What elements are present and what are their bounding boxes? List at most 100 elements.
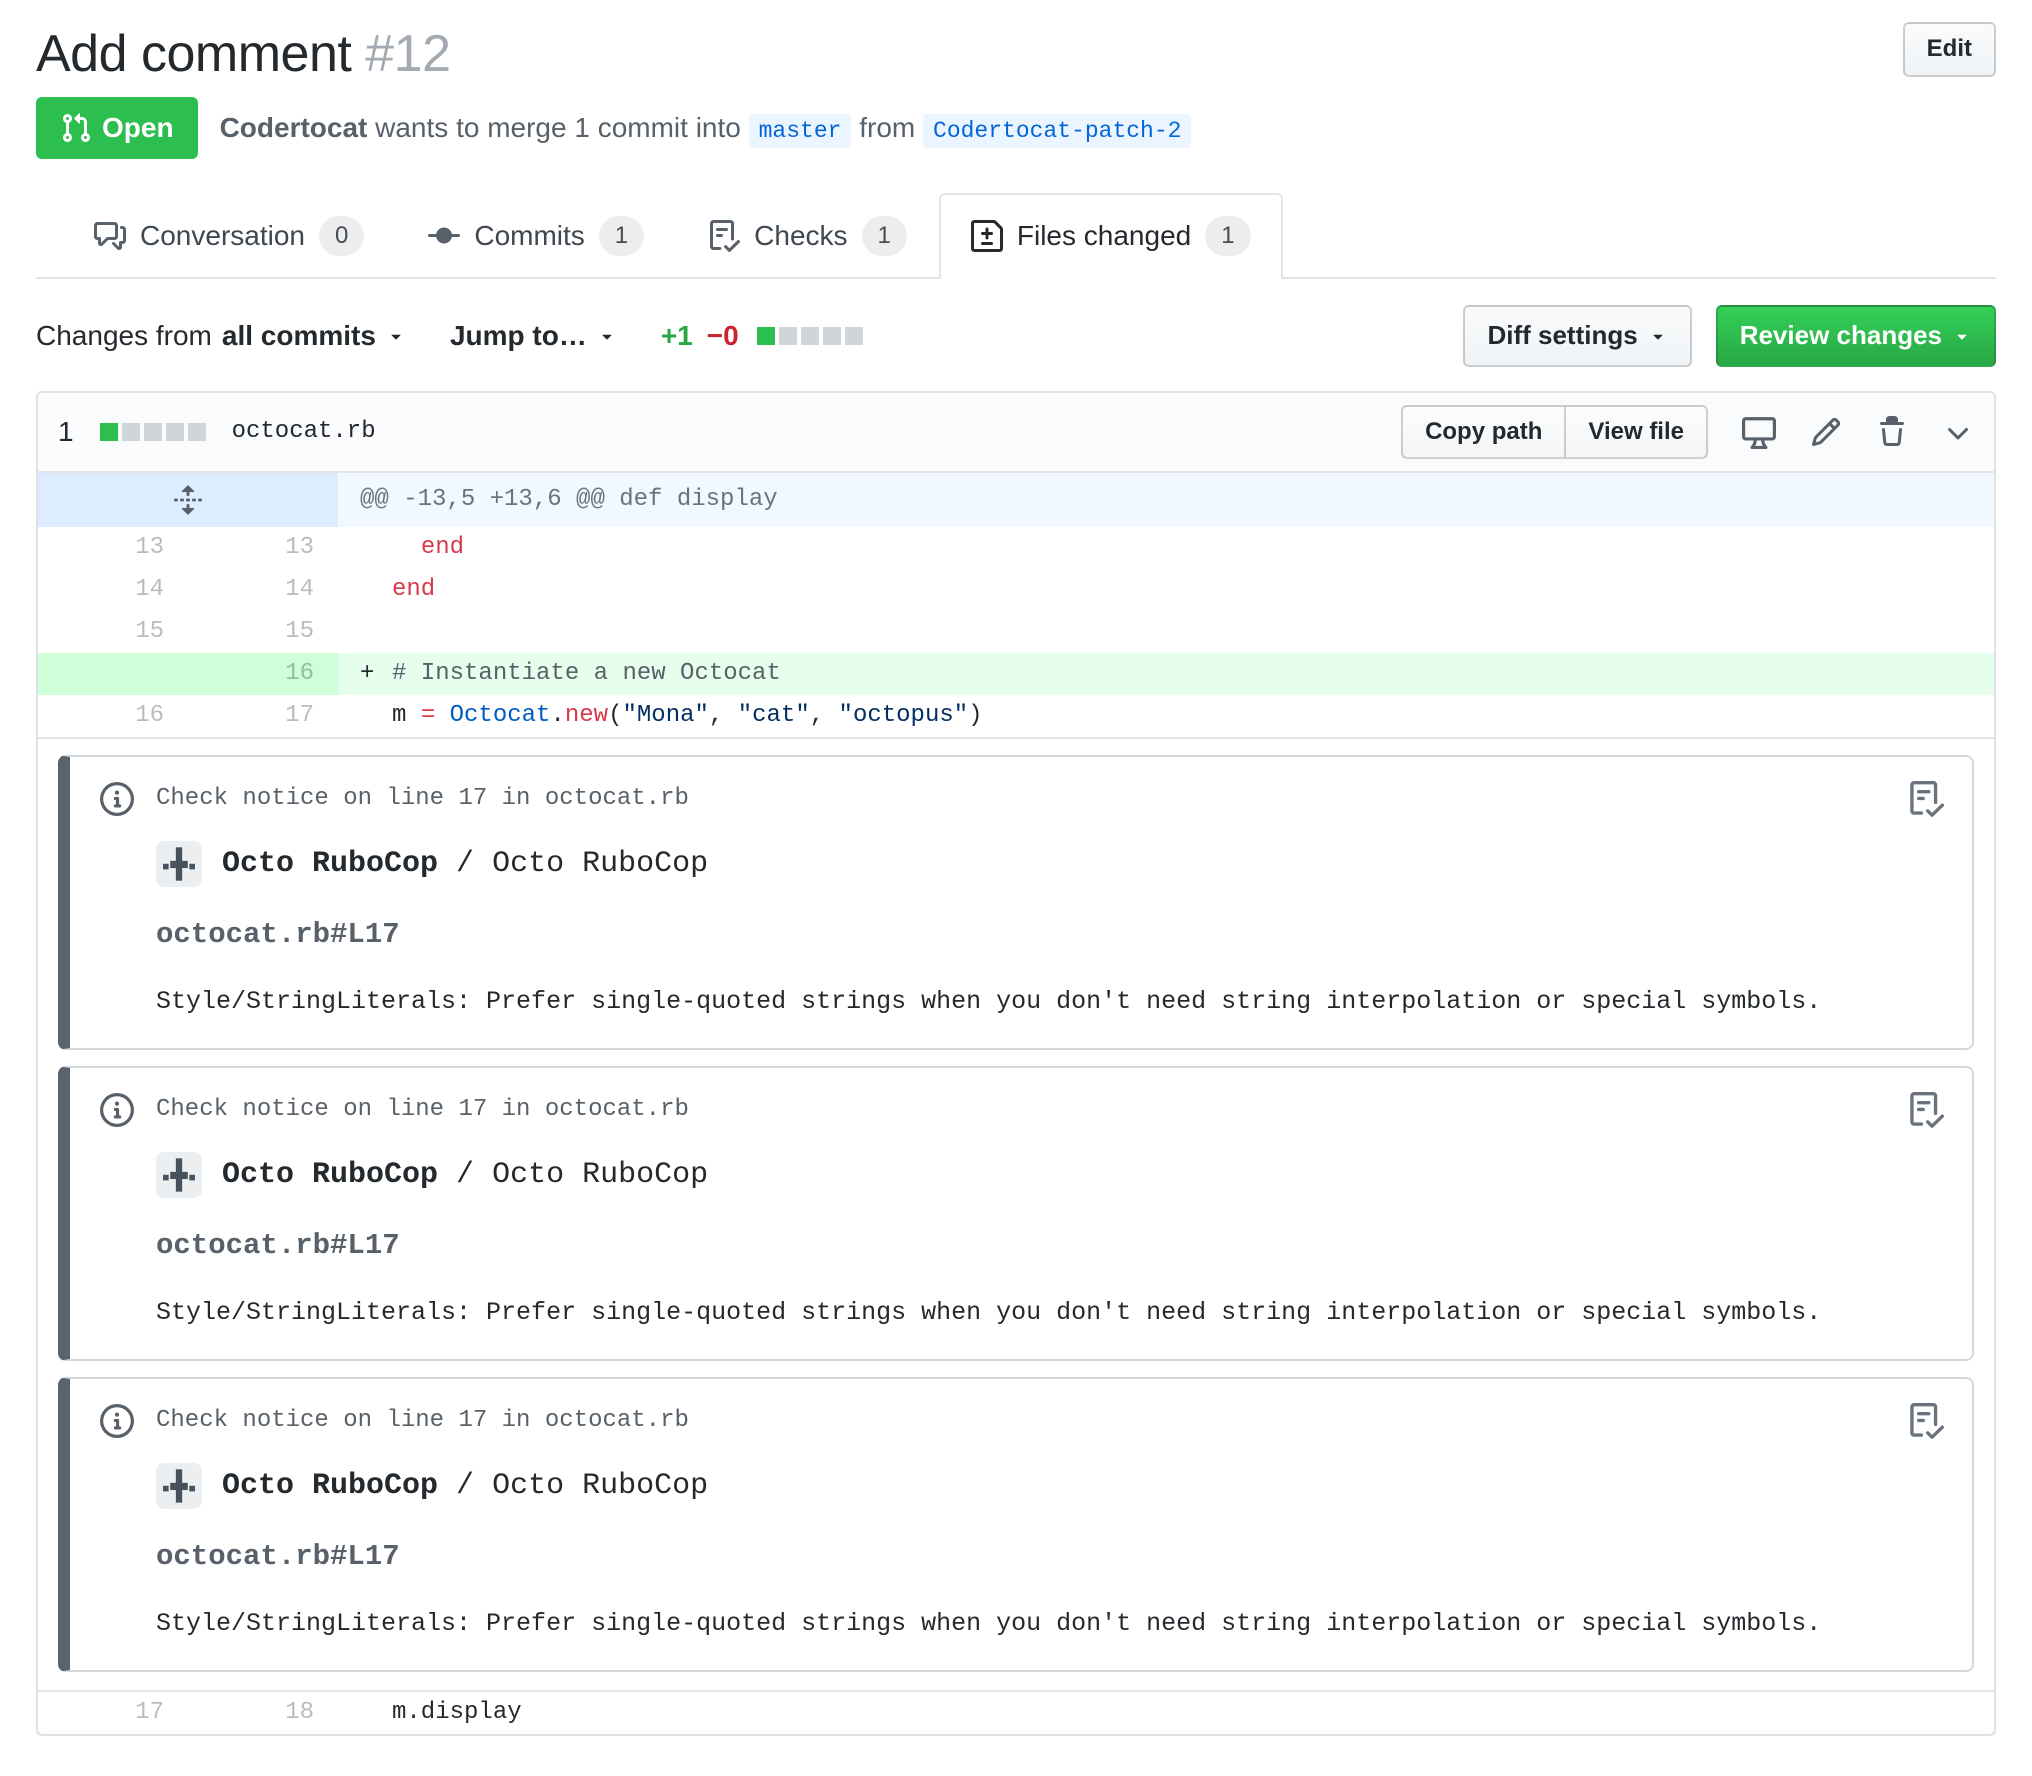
old-line-number[interactable]: 17 (38, 1692, 188, 1734)
code-plain: m.display (392, 1699, 522, 1727)
tasklist-icon (1908, 1092, 1944, 1129)
notice-header-text: Check notice on line 17 in octocat.rb (156, 785, 689, 813)
caret-down-icon (386, 326, 406, 346)
base-branch-label[interactable]: master (748, 114, 852, 148)
trash-icon[interactable] (1876, 416, 1908, 448)
diffstat-blocks (756, 326, 863, 345)
check-notice: Check notice on line 17 in octocat.rb Oc… (58, 1066, 1974, 1362)
notice-app-row: Octo RuboCop / Octo RuboCop (156, 1463, 1942, 1510)
old-line-number[interactable]: 14 (38, 569, 188, 611)
diff-table: @@ -13,5 +13,6 @@ def display 13 13 end … (38, 473, 1994, 1734)
tab-commits[interactable]: Commits 1 (396, 193, 676, 277)
new-line-number[interactable]: 16 (188, 653, 338, 696)
tab-conversation[interactable]: Conversation 0 (62, 193, 396, 277)
diff-line: 13 13 end (38, 527, 1994, 569)
pr-state-label: Open (102, 112, 174, 143)
code-line: end (338, 527, 1994, 569)
code-token: new (564, 702, 609, 730)
code-token: = (420, 702, 436, 730)
new-line-number[interactable]: 17 (188, 695, 338, 737)
git-commit-icon (428, 220, 461, 252)
avatar (156, 1463, 202, 1510)
tab-label: Conversation (140, 220, 305, 251)
diffstat-block-neutral (165, 423, 184, 442)
check-app-name: Octo RuboCop (222, 846, 439, 881)
head-branch-label[interactable]: Codertocat-patch-2 (923, 114, 1192, 148)
file-name-link[interactable]: octocat.rb (232, 414, 376, 450)
diff-toolbar-right: Diff settings Review changes (1463, 305, 1996, 367)
diffstat-block-neutral (778, 326, 797, 345)
additions-count: +1 (660, 319, 693, 351)
tab-counter: 1 (598, 216, 645, 256)
tab-files-changed[interactable]: Files changed 1 (938, 193, 1283, 279)
old-line-number[interactable] (38, 653, 188, 696)
code-token: "cat" (737, 702, 810, 730)
author-link[interactable]: Codertocat (220, 112, 368, 143)
notice-header-text: Check notice on line 17 in octocat.rb (156, 1407, 689, 1435)
tab-label: Files changed (1016, 220, 1192, 251)
code-line: m.display (338, 1692, 1994, 1734)
old-line-number[interactable]: 15 (38, 611, 188, 653)
view-file-button[interactable]: View file (1566, 404, 1708, 460)
tab-checks[interactable]: Checks 1 (676, 193, 939, 277)
notice-header: Check notice on line 17 in octocat.rb (100, 781, 1942, 817)
code-line: end (338, 569, 1994, 611)
changes-from-value: all commits (221, 319, 376, 351)
changes-from-text: Changes from (36, 319, 212, 351)
jump-to-dropdown[interactable]: Jump to… (450, 315, 617, 357)
review-changes-button[interactable]: Review changes (1715, 305, 1996, 367)
new-line-number[interactable]: 13 (188, 527, 338, 569)
code-token: ( (608, 702, 623, 730)
diff-line: 16 17 m = Octocat.new("Mona", "cat", "oc… (38, 695, 1994, 737)
avatar (156, 841, 202, 888)
diff-line-added: 16 + # Instantiate a new Octocat (38, 653, 1994, 696)
chevron-down-icon[interactable] (1942, 416, 1974, 448)
pr-meta-sentence: Codertocat wants to merge 1 commit into … (220, 107, 1192, 149)
diffstat-block-neutral (187, 423, 206, 442)
new-line-number[interactable]: 18 (188, 1692, 338, 1734)
tasklist-icon (1908, 1403, 1944, 1440)
diff-toolbar: Changes from all commits Jump to… +1 −0 (36, 305, 1996, 367)
pencil-icon[interactable] (1810, 416, 1842, 448)
check-run-name: Octo RuboCop (492, 1157, 709, 1192)
old-line-number[interactable]: 13 (38, 527, 188, 569)
code-keyword: end (392, 576, 436, 604)
diff-settings-button[interactable]: Diff settings (1463, 305, 1692, 367)
diffstat-block-neutral (844, 326, 863, 345)
expand-hunk-button[interactable] (38, 473, 338, 528)
check-annotations: Check notice on line 17 in octocat.rb Oc… (38, 737, 1994, 1693)
hunk-header-text: @@ -13,5 +13,6 @@ def display (338, 473, 1994, 528)
code-line: m = Octocat.new("Mona", "cat", "octopus"… (338, 695, 1994, 737)
tab-label: Checks (754, 220, 848, 251)
tab-counter: 1 (1205, 216, 1251, 256)
copy-path-button[interactable]: Copy path (1401, 404, 1567, 460)
code-token: , (708, 702, 738, 730)
tab-counter: 1 (861, 216, 907, 256)
notice-message: Style/StringLiterals: Prefer single-quot… (156, 1297, 1822, 1327)
file-diffstat-blocks (99, 423, 206, 442)
changes-from-dropdown[interactable]: Changes from all commits (36, 315, 406, 357)
code-token: ) (968, 702, 983, 730)
new-line-number[interactable]: 14 (188, 569, 338, 611)
separator: / (438, 1468, 493, 1503)
check-app-name: Octo RuboCop (222, 1468, 439, 1503)
new-line-number[interactable]: 15 (188, 611, 338, 653)
pr-meta: Open Codertocat wants to merge 1 commit … (36, 97, 1996, 159)
caret-down-icon (597, 326, 617, 346)
check-notice: Check notice on line 17 in octocat.rb Oc… (58, 1377, 1974, 1673)
pr-number: #12 (365, 25, 451, 83)
file-path-button-group: Copy path View file (1401, 404, 1708, 460)
tasklist-icon (1908, 781, 1944, 818)
notice-header: Check notice on line 17 in octocat.rb (100, 1092, 1942, 1128)
old-line-number[interactable]: 16 (38, 695, 188, 737)
avatar (156, 1152, 202, 1199)
edit-button[interactable]: Edit (1902, 22, 1996, 77)
notice-body: Octo RuboCop / Octo RuboCop octocat.rb#L… (156, 1463, 1942, 1642)
info-icon (100, 1093, 134, 1128)
display-rich-diff-icon[interactable] (1742, 415, 1776, 450)
file-header: 1 octocat.rb Copy path View file (38, 392, 1994, 474)
separator: / (438, 1157, 493, 1192)
code-token: . (550, 702, 565, 730)
